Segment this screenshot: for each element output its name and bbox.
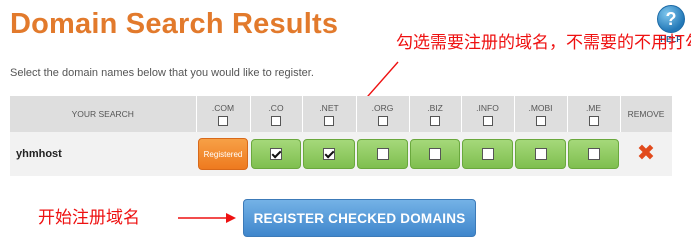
cell-com: Registered (196, 132, 250, 176)
select-all-mobi-checkbox[interactable] (535, 115, 546, 126)
cell-co (250, 132, 302, 176)
available-cell[interactable] (303, 139, 355, 169)
cell-remove: ✖ (620, 132, 672, 176)
net-checkbox[interactable] (323, 148, 335, 160)
your-search-header: YOUR SEARCH (10, 96, 197, 132)
arrow-icon (178, 213, 236, 223)
registered-badge: Registered (198, 138, 248, 170)
tld-header-me: .ME (567, 96, 621, 132)
page-title: Domain Search Results (10, 8, 339, 40)
cell-info (461, 132, 514, 176)
tld-header-biz: .BIZ (409, 96, 462, 132)
info-checkbox[interactable] (481, 148, 494, 160)
select-all-net-checkbox[interactable] (324, 115, 334, 126)
cell-org (356, 132, 409, 176)
select-all-info-checkbox[interactable] (482, 115, 493, 126)
biz-checkbox[interactable] (429, 148, 441, 160)
tld-header-net: .NET (302, 96, 357, 132)
remove-header: REMOVE (620, 96, 673, 132)
select-all-org-checkbox[interactable] (377, 115, 388, 126)
available-cell[interactable] (515, 139, 566, 169)
register-checked-domains-button[interactable]: REGISTER CHECKED DOMAINS (243, 199, 476, 237)
cell-mobi (514, 132, 567, 176)
table-row: yhmhost Registered ✖ (10, 132, 672, 176)
tld-header-com: .COM (196, 96, 251, 132)
results-table: YOUR SEARCH .COM .CO .NET .ORG .BIZ .INF… (10, 96, 673, 176)
org-checkbox[interactable] (376, 148, 389, 160)
cell-biz (409, 132, 461, 176)
cell-me (567, 132, 620, 176)
domain-name: yhmhost (10, 132, 196, 176)
instructions-text: Select the domain names below that you w… (10, 67, 314, 79)
available-cell[interactable] (462, 139, 513, 169)
available-cell[interactable] (357, 139, 408, 169)
tld-header-mobi: .MOBI (514, 96, 568, 132)
select-all-co-checkbox[interactable] (271, 115, 281, 126)
co-checkbox[interactable] (270, 148, 282, 160)
tld-header-info: .INFO (461, 96, 515, 132)
tld-header-co: .CO (250, 96, 303, 132)
me-checkbox[interactable] (587, 148, 600, 160)
available-cell[interactable] (568, 139, 619, 169)
select-all-com-checkbox[interactable] (218, 115, 228, 126)
available-cell[interactable] (251, 139, 301, 169)
annotation-start-register: 开始注册域名 (38, 208, 140, 228)
select-all-biz-checkbox[interactable] (430, 115, 440, 126)
tld-header-org: .ORG (356, 96, 410, 132)
available-cell[interactable] (410, 139, 460, 169)
table-header-row: YOUR SEARCH .COM .CO .NET .ORG .BIZ .INF… (10, 96, 673, 132)
mobi-checkbox[interactable] (534, 148, 547, 160)
select-all-me-checkbox[interactable] (588, 115, 599, 126)
remove-icon[interactable]: ✖ (637, 141, 655, 166)
cell-net (302, 132, 356, 176)
annotation-select-domains: 勾选需要注册的域名，不需要的不用打勾 (396, 33, 691, 53)
